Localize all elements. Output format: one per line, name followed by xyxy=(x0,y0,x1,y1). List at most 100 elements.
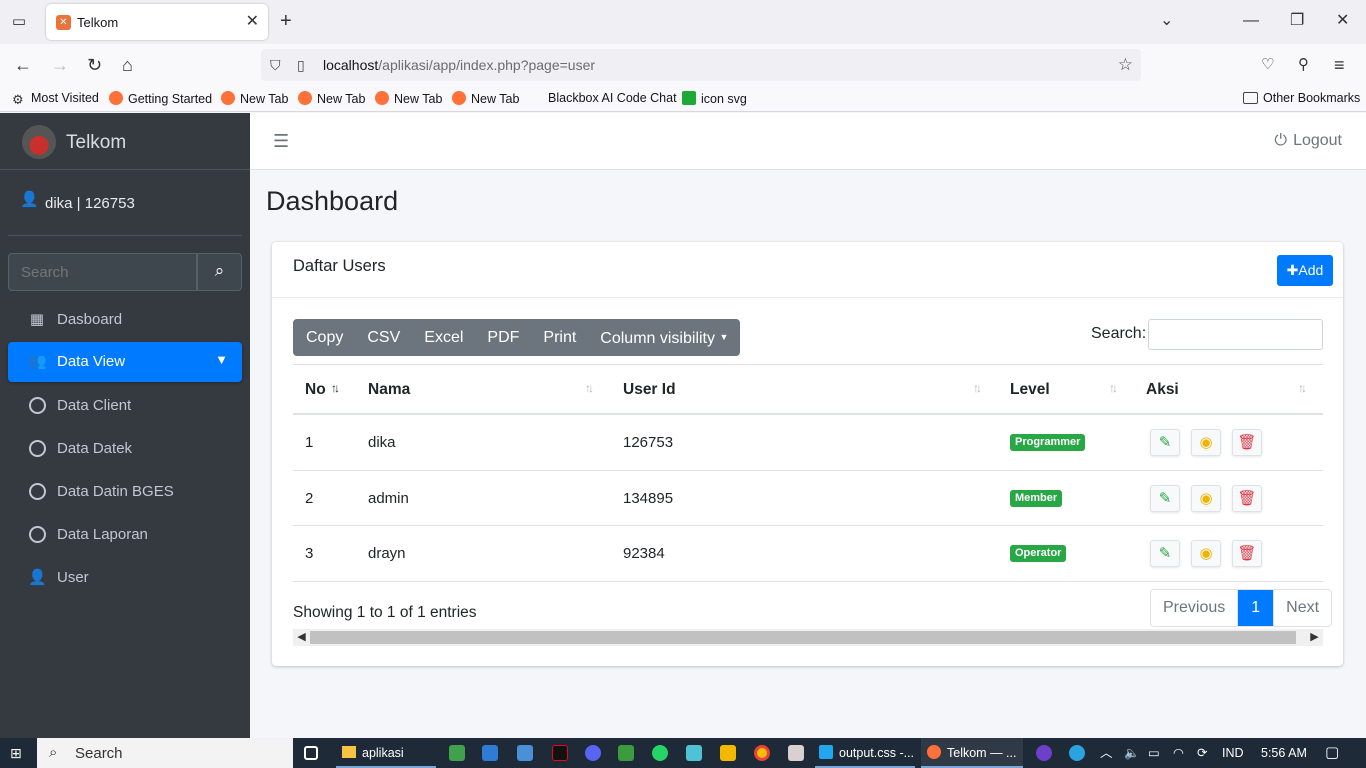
forward-icon[interactable]: → xyxy=(51,54,69,76)
app-icon[interactable] xyxy=(788,745,804,761)
other-bookmarks[interactable]: Other Bookmarks xyxy=(1243,91,1360,105)
add-user-button[interactable]: ✚Add xyxy=(1277,255,1333,286)
new-tab-icon[interactable]: + xyxy=(280,10,292,32)
sidebar-item-data-laporan[interactable]: Data Laporan xyxy=(8,515,242,555)
search-button[interactable]: ⌕ xyxy=(197,253,242,291)
app-icon[interactable] xyxy=(686,745,702,761)
sync-icon[interactable]: ⟳ xyxy=(1197,738,1207,768)
github-icon[interactable] xyxy=(1036,745,1052,761)
view-button[interactable]: ◉ xyxy=(1191,540,1221,567)
column-header-aksi[interactable]: Aksi xyxy=(1146,381,1179,399)
hamburger-menu-icon[interactable]: ☰ xyxy=(273,131,289,151)
user-name[interactable]: dika | 126753 xyxy=(45,195,135,212)
taskbar-item-firefox[interactable]: Telkom — ... xyxy=(921,738,1023,768)
column-header-user-id[interactable]: User Id xyxy=(623,381,676,399)
battery-icon[interactable]: ▭ xyxy=(1148,738,1160,768)
sidebar-item-data-client[interactable]: Data Client xyxy=(8,386,242,426)
logout-link[interactable]: ⏻ Logout xyxy=(1274,132,1342,150)
whatsapp-icon[interactable] xyxy=(652,745,668,761)
sidebar-item-dasboard[interactable]: ▦ Dasboard xyxy=(8,300,242,340)
view-button[interactable]: ◉ xyxy=(1191,429,1221,456)
minimize-icon[interactable]: — xyxy=(1243,10,1259,32)
shield-icon[interactable]: ⛉ xyxy=(270,56,281,74)
edit-button[interactable]: ✎ xyxy=(1150,484,1180,512)
bookmark-new-tab[interactable]: New Tab xyxy=(375,91,442,106)
taskbar-search[interactable]: ⌕ Search xyxy=(37,738,293,768)
chrome-icon[interactable] xyxy=(754,745,770,761)
menu-icon[interactable]: ≡ xyxy=(1334,54,1345,76)
sort-asc-icon[interactable]: ↑↓ xyxy=(331,381,340,395)
home-icon[interactable]: ⌂ xyxy=(122,54,133,76)
extensions-icon[interactable]: ⚲ xyxy=(1298,54,1309,76)
bookmark-new-tab[interactable]: New Tab xyxy=(298,91,365,106)
close-tab-icon[interactable]: ✕ xyxy=(246,13,259,31)
taskbar-item-vscode[interactable]: output.css -... xyxy=(815,738,915,768)
column-header-no[interactable]: No xyxy=(305,381,326,399)
wifi-icon[interactable]: ◠ xyxy=(1173,738,1184,768)
edit-button[interactable]: ✎ xyxy=(1150,429,1180,456)
view-button[interactable]: ◉ xyxy=(1191,484,1221,512)
sidebar-item-data-datek[interactable]: Data Datek xyxy=(8,429,242,469)
column-header-level[interactable]: Level xyxy=(1010,381,1050,399)
print-button[interactable]: Print xyxy=(531,319,588,356)
reload-icon[interactable]: ↻ xyxy=(87,54,102,76)
windows-start-icon[interactable]: ⊞ xyxy=(10,745,26,761)
sidebar-item-data-view[interactable]: 👥 Data View ▼ xyxy=(8,342,242,382)
language-indicator[interactable]: IND xyxy=(1222,738,1244,768)
bookmark-star-icon[interactable]: ☆ xyxy=(1118,55,1133,75)
next-page-button[interactable]: Next xyxy=(1273,590,1332,626)
mail-icon[interactable] xyxy=(517,745,533,761)
copy-button[interactable]: Copy xyxy=(293,319,355,356)
sort-icon[interactable]: ↑↓ xyxy=(585,381,594,395)
edge-icon[interactable] xyxy=(449,745,465,761)
taskbar-item-aplikasi[interactable]: aplikasi xyxy=(336,738,436,768)
scroll-right-icon[interactable]: ▶ xyxy=(1306,629,1323,646)
bookmark-getting-started[interactable]: Getting Started xyxy=(109,91,212,106)
app-icon[interactable] xyxy=(720,745,736,761)
excel-button[interactable]: Excel xyxy=(412,319,475,356)
previous-page-button[interactable]: Previous xyxy=(1151,590,1239,626)
bookmark-icon-svg[interactable]: icon svg xyxy=(682,91,747,106)
sidebar-item-user[interactable]: 👤 User xyxy=(8,558,242,598)
browser-tab[interactable]: ✕ Telkom ✕ xyxy=(46,4,268,40)
bookmark-new-tab[interactable]: New Tab xyxy=(221,91,288,106)
delete-button[interactable]: 🗑 xyxy=(1232,429,1262,456)
page-1-button[interactable]: 1 xyxy=(1238,590,1274,626)
netflix-icon[interactable] xyxy=(552,745,568,761)
scrollbar-thumb[interactable] xyxy=(310,631,1296,644)
url-text[interactable]: localhost/aplikasi/app/index.php?page=us… xyxy=(323,57,595,73)
back-icon[interactable]: ← xyxy=(14,54,32,76)
discord-icon[interactable] xyxy=(585,745,601,761)
url-bar[interactable]: ⛉ ▯ localhost/aplikasi/app/index.php?pag… xyxy=(261,49,1141,81)
pdf-button[interactable]: PDF xyxy=(475,319,531,356)
pocket-icon[interactable]: ♡ xyxy=(1261,54,1274,76)
chrome-canary-icon[interactable] xyxy=(618,745,634,761)
bookmark-most-visited[interactable]: ⚙ Most Visited xyxy=(12,91,99,107)
restore-icon[interactable]: ❐ xyxy=(1290,10,1304,32)
window-close-icon[interactable]: ✕ xyxy=(1336,10,1349,32)
clock[interactable]: 5:56 AM xyxy=(1261,738,1307,768)
task-view-icon[interactable] xyxy=(304,746,318,760)
tab-overflow-icon[interactable]: ⌄ xyxy=(1160,10,1173,32)
sort-icon[interactable]: ↑↓ xyxy=(1109,381,1118,395)
bookmark-new-tab[interactable]: New Tab xyxy=(452,91,519,106)
sidebar-search-input[interactable] xyxy=(8,253,197,291)
bookmark-blackbox[interactable]: Blackbox AI Code Chat xyxy=(548,91,677,105)
csv-button[interactable]: CSV xyxy=(355,319,412,356)
tray-chevron-icon[interactable]: ︿ xyxy=(1100,738,1113,768)
sort-icon[interactable]: ↑↓ xyxy=(1298,381,1307,395)
store-icon[interactable] xyxy=(482,745,498,761)
horizontal-scrollbar[interactable]: ◀ ▶ xyxy=(293,629,1323,646)
edit-button[interactable]: ✎ xyxy=(1150,540,1180,567)
sidebar-item-data-datin-bges[interactable]: Data Datin BGES xyxy=(8,472,242,512)
tab-list-icon[interactable]: ▭ xyxy=(10,13,28,31)
column-visibility-button[interactable]: Column visibility ▼ xyxy=(588,319,740,356)
notifications-icon[interactable]: ▢ xyxy=(1325,738,1339,768)
telegram-icon[interactable] xyxy=(1069,745,1085,761)
brand-link[interactable]: Telkom xyxy=(0,113,250,170)
column-header-nama[interactable]: Nama xyxy=(368,381,410,399)
scroll-left-icon[interactable]: ◀ xyxy=(293,629,310,646)
delete-button[interactable]: 🗑 xyxy=(1232,484,1262,512)
table-search-input[interactable] xyxy=(1148,319,1323,350)
delete-button[interactable]: 🗑 xyxy=(1232,540,1262,567)
